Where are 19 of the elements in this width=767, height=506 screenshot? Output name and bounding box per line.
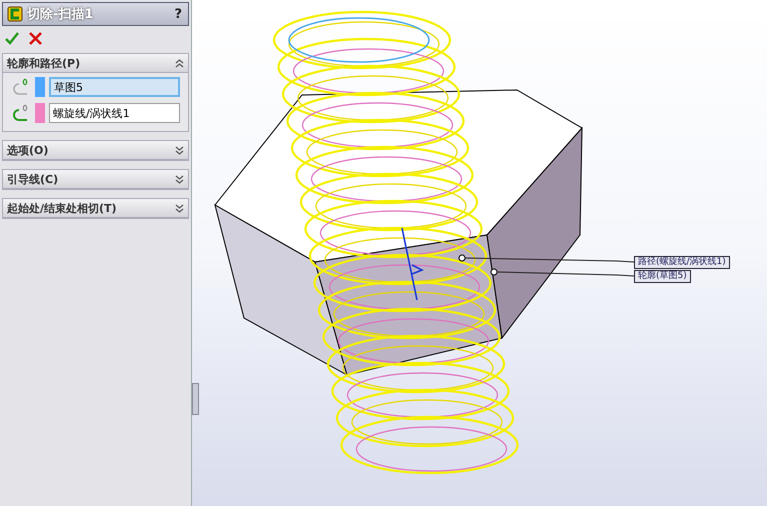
collapse-chevron-icon[interactable] (175, 58, 184, 68)
expand-chevron-icon[interactable] (175, 174, 184, 184)
expand-chevron-icon[interactable] (175, 204, 184, 212)
checkmark-icon[interactable] (5, 32, 19, 45)
help-button[interactable]: ? (174, 6, 182, 22)
selection-field[interactable]: 螺旋线/涡状线1 (49, 103, 180, 123)
axis-arrow-icon (401, 227, 424, 301)
close-icon[interactable] (29, 32, 42, 45)
section-header[interactable]: 引导线(C) (3, 170, 188, 189)
callout-label: 路径(螺旋线/涡状线1) (634, 256, 730, 269)
panel-title: 切除-扫描1 (27, 6, 94, 23)
selection-field[interactable]: 草图5 (49, 77, 180, 97)
feature-icon (7, 6, 23, 22)
section-header[interactable]: 起始处/结束处相切(T) (3, 199, 188, 218)
expand-chevron-icon[interactable] (175, 146, 184, 154)
splitter-handle[interactable] (192, 383, 199, 415)
section-header[interactable]: 轮廓和路径(P) (3, 54, 188, 73)
callout-label: 轮廓(草图5) (634, 270, 691, 283)
section-header[interactable]: 选项(O) (3, 141, 188, 160)
